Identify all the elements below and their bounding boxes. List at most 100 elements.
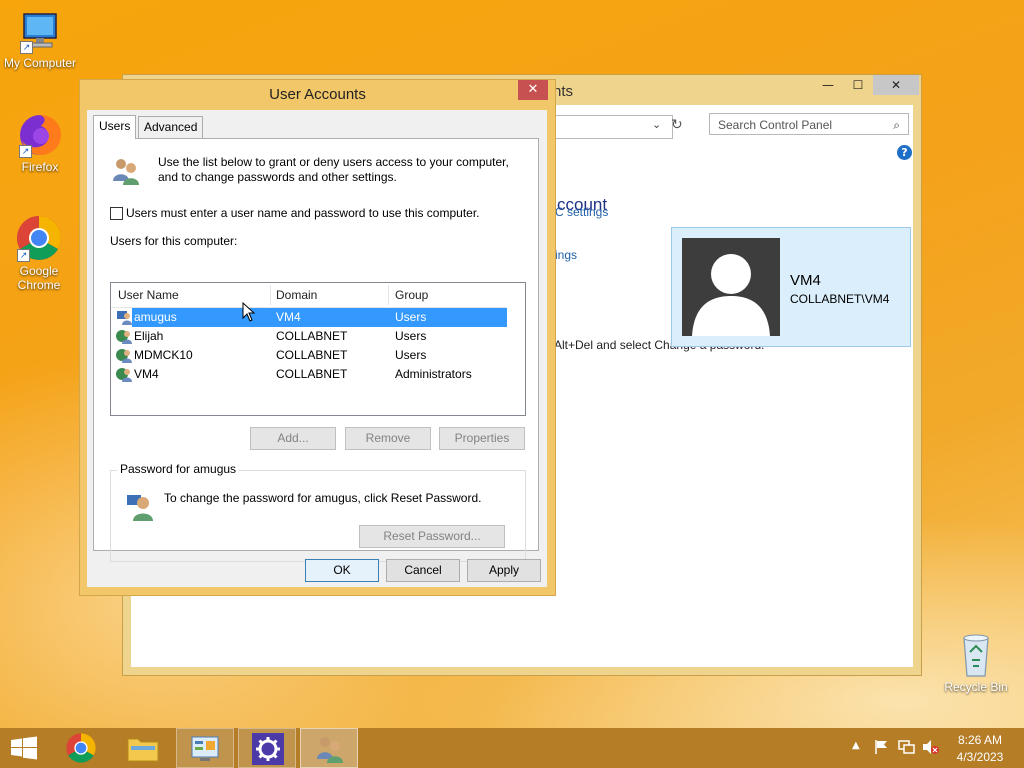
table-row[interactable]: amugus VM4 Users: [114, 308, 507, 327]
network-icon[interactable]: [898, 739, 916, 758]
clock-date[interactable]: 4/3/2023: [950, 750, 1010, 764]
close-button[interactable]: ✕: [873, 75, 919, 95]
group-cell: Users: [395, 348, 427, 362]
require-login-label[interactable]: Users must enter a user name and passwor…: [126, 206, 480, 220]
recycle-bin-icon: [956, 630, 996, 678]
chrome-desktop-icon[interactable]: ↗ Google Chrome: [0, 214, 78, 292]
group-cell: Users: [395, 329, 427, 343]
taskbar-file-explorer[interactable]: [114, 728, 172, 768]
gear-icon: [252, 733, 284, 765]
avatar: [682, 238, 780, 336]
users-list-caption: Users for this computer:: [110, 234, 238, 248]
mouse-cursor: [242, 301, 256, 325]
cancel-button[interactable]: Cancel: [386, 559, 460, 582]
tab-users[interactable]: Users: [93, 115, 137, 139]
search-placeholder: Search Control Panel: [718, 118, 833, 132]
table-row[interactable]: VM4 COLLABNET Administrators: [114, 365, 507, 384]
chevron-down-icon[interactable]: ⌄: [652, 118, 661, 131]
users-tab-panel: Use the list below to grant or deny user…: [93, 138, 539, 562]
my-computer-desktop-icon[interactable]: ↗ My Computer: [0, 10, 80, 70]
window-title: nts: [553, 83, 574, 100]
close-button[interactable]: ✕: [518, 80, 548, 100]
domain-cell: COLLABNET: [276, 329, 348, 343]
taskbar-user-accounts[interactable]: [300, 728, 358, 768]
reset-password-button[interactable]: Reset Password...: [359, 525, 505, 548]
reset-password-instructions: To change the password for amugus, click…: [164, 491, 482, 505]
column-divider[interactable]: [388, 285, 389, 305]
list-header: User Name Domain Group: [111, 283, 507, 308]
shortcut-arrow-icon: ↗: [17, 249, 30, 262]
show-hidden-icons-chevron-icon[interactable]: ▲: [852, 740, 860, 751]
desktop-icon-label: Firefox: [21, 160, 59, 174]
remove-user-button[interactable]: Remove: [345, 427, 431, 450]
column-header-domain[interactable]: Domain: [276, 288, 317, 302]
users-group-icon: [110, 155, 142, 187]
clock-time[interactable]: 8:26 AM: [950, 733, 1010, 747]
domain-cell: VM4: [276, 310, 301, 324]
folder-icon: [127, 734, 159, 765]
search-icon[interactable]: ⌕: [893, 114, 900, 136]
computer-icon: ↗: [18, 10, 62, 54]
intro-text-line2: and to change passwords and other settin…: [158, 170, 397, 184]
desktop-icon-label: Recycle Bin: [944, 680, 1008, 694]
column-divider[interactable]: [270, 285, 271, 305]
firefox-desktop-icon[interactable]: ↗ Firefox: [0, 112, 80, 174]
domain-cell: COLLABNET: [276, 348, 348, 362]
user-icon: [116, 309, 132, 325]
action-center-flag-icon[interactable]: [874, 739, 890, 758]
uac-settings-link[interactable]: C settings: [555, 205, 608, 219]
taskbar-chrome[interactable]: [52, 728, 110, 768]
volume-muted-icon[interactable]: [922, 739, 940, 758]
column-header-group[interactable]: Group: [395, 288, 428, 302]
password-group: Password for amugus To change the passwo…: [110, 462, 526, 562]
user-domain: COLLABNET\VM4: [790, 292, 890, 306]
group-cell: Users: [395, 310, 427, 324]
dialog-title: User Accounts: [269, 86, 366, 103]
desktop-icon-label: Google Chrome: [17, 264, 61, 292]
domain-user-icon: [116, 347, 132, 363]
settings-link[interactable]: ings: [555, 248, 577, 262]
refresh-icon[interactable]: ↻: [671, 117, 683, 133]
shortcut-arrow-icon: ↗: [20, 41, 33, 54]
current-user-card: VM4 COLLABNET\VM4: [671, 227, 911, 347]
tab-advanced[interactable]: Advanced: [138, 116, 204, 138]
selection-highlight: [132, 308, 507, 327]
apply-button[interactable]: Apply: [467, 559, 541, 582]
user-name-cell: VM4: [134, 367, 159, 381]
table-row[interactable]: MDMCK10 COLLABNET Users: [114, 346, 507, 365]
domain-user-icon: [116, 366, 132, 382]
user-password-icon: [125, 491, 157, 523]
users-group-icon: [314, 733, 346, 768]
password-group-label: Password for amugus: [117, 462, 240, 476]
search-input[interactable]: Search Control Panel ⌕: [709, 113, 909, 135]
start-button[interactable]: [0, 728, 58, 768]
maximize-button[interactable]: ☐: [843, 75, 873, 95]
table-row[interactable]: Elijah COLLABNET Users: [114, 327, 507, 346]
desktop-icon-label: My Computer: [3, 56, 77, 70]
user-name-cell: amugus: [134, 310, 177, 324]
firefox-icon: ↗: [17, 112, 63, 158]
taskbar-control-panel[interactable]: [176, 728, 234, 768]
add-user-button[interactable]: Add...: [250, 427, 336, 450]
intro-text-line1: Use the list below to grant or deny user…: [158, 155, 509, 169]
domain-cell: COLLABNET: [276, 367, 348, 381]
require-login-checkbox[interactable]: [110, 207, 123, 220]
windows-logo-icon: [10, 736, 38, 763]
shortcut-arrow-icon: ↗: [19, 145, 32, 158]
user-name-cell: Elijah: [134, 329, 164, 343]
ok-button[interactable]: OK: [305, 559, 379, 582]
chrome-icon: [65, 732, 97, 767]
group-cell: Administrators: [395, 367, 472, 381]
dialog-body: Users Advanced Use the list below to gra…: [87, 110, 547, 587]
minimize-button[interactable]: —: [813, 75, 843, 95]
users-list[interactable]: User Name Domain Group amugus VM4 Users: [110, 282, 526, 416]
help-icon[interactable]: ?: [897, 145, 912, 160]
column-header-user-name[interactable]: User Name: [118, 288, 179, 302]
user-name: VM4: [790, 272, 821, 289]
user-accounts-dialog[interactable]: User Accounts ✕ Users Advanced Use the l…: [79, 79, 556, 596]
chrome-icon: ↗: [15, 214, 63, 262]
recycle-bin-desktop-icon[interactable]: Recycle Bin: [936, 630, 1016, 694]
user-name-cell: MDMCK10: [134, 348, 193, 362]
properties-button[interactable]: Properties: [439, 427, 525, 450]
taskbar-settings[interactable]: [238, 728, 296, 768]
